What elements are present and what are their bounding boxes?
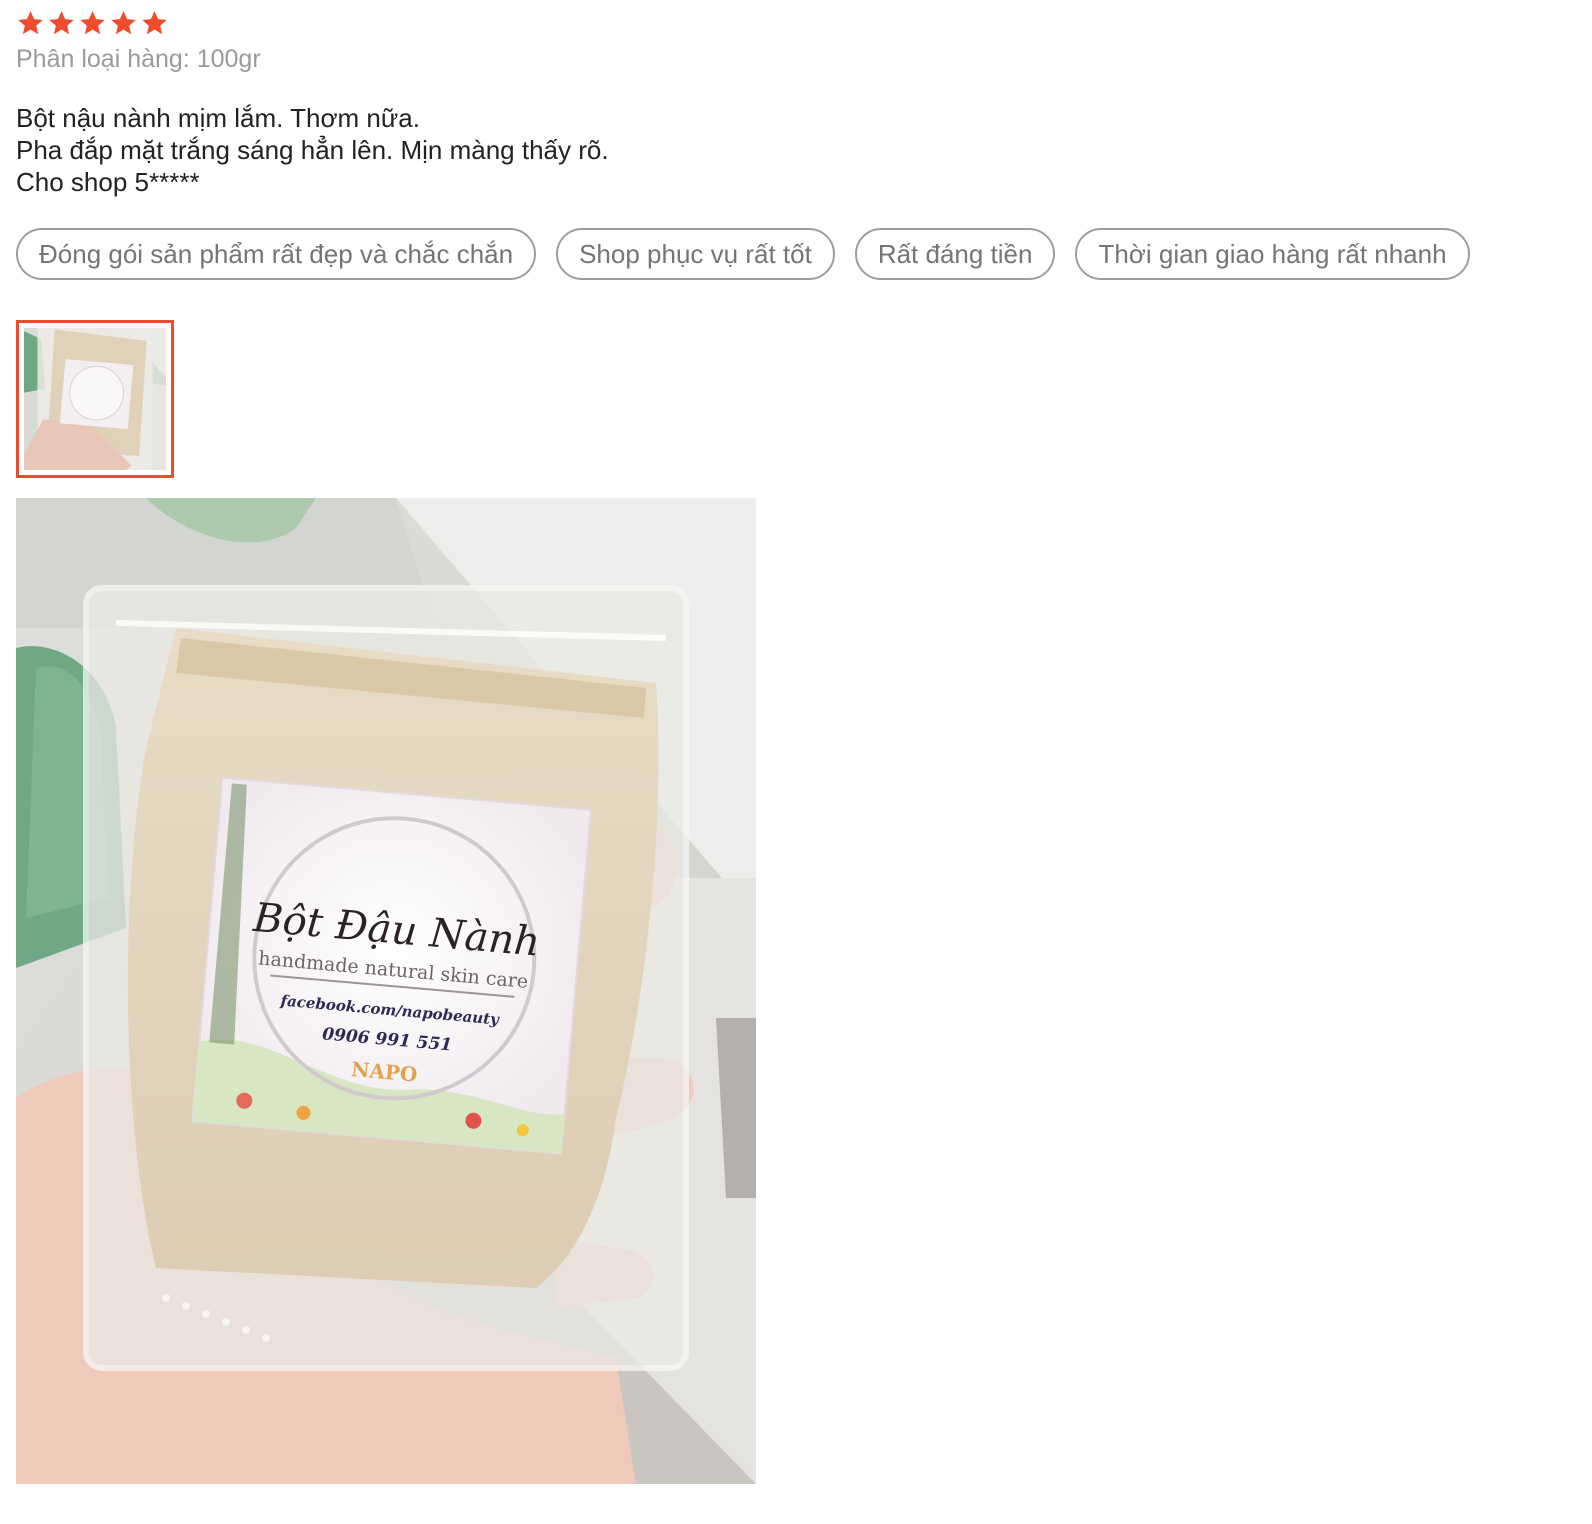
review-tag[interactable]: Rất đáng tiền xyxy=(854,228,1056,280)
thumbnail-image xyxy=(24,328,166,470)
star-icon xyxy=(140,9,169,38)
review-tags: Đóng gói sản phẩm rất đẹp và chắc chắn S… xyxy=(16,228,1576,280)
star-icon xyxy=(78,9,107,38)
comment-line: Cho shop 5***** xyxy=(16,167,200,197)
star-icon xyxy=(16,9,45,38)
star-icon xyxy=(47,9,76,38)
review-photo-large[interactable]: Bột Đậu Nành handmade natural skin care … xyxy=(16,498,756,1484)
review-media-thumbnails xyxy=(16,320,1576,478)
product-variation: Phân loại hàng: 100gr xyxy=(16,45,261,73)
review-tag[interactable]: Đóng gói sản phẩm rất đẹp và chắc chắn xyxy=(16,228,537,280)
review-comment: Bột nậu nành mịm lắm. Thơm nữa. Pha đắp … xyxy=(16,102,1576,198)
review-tag[interactable]: Shop phục vụ rất tốt xyxy=(556,228,835,280)
review-photo-thumbnail[interactable] xyxy=(16,320,174,478)
product-review: Phân loại hàng: 100gr Bột nậu nành mịm l… xyxy=(16,8,1576,1484)
thumbnail-photo xyxy=(24,328,166,470)
comment-line: Pha đắp mặt trắng sáng hẳn lên. Mịn màng… xyxy=(16,135,609,165)
review-tag[interactable]: Thời gian giao hàng rất nhanh xyxy=(1075,228,1470,280)
product-photo: Bột Đậu Nành handmade natural skin care … xyxy=(16,498,756,1484)
comment-line: Bột nậu nành mịm lắm. Thơm nữa. xyxy=(16,103,420,133)
star-icon xyxy=(109,9,138,38)
rating-stars xyxy=(16,8,1576,38)
